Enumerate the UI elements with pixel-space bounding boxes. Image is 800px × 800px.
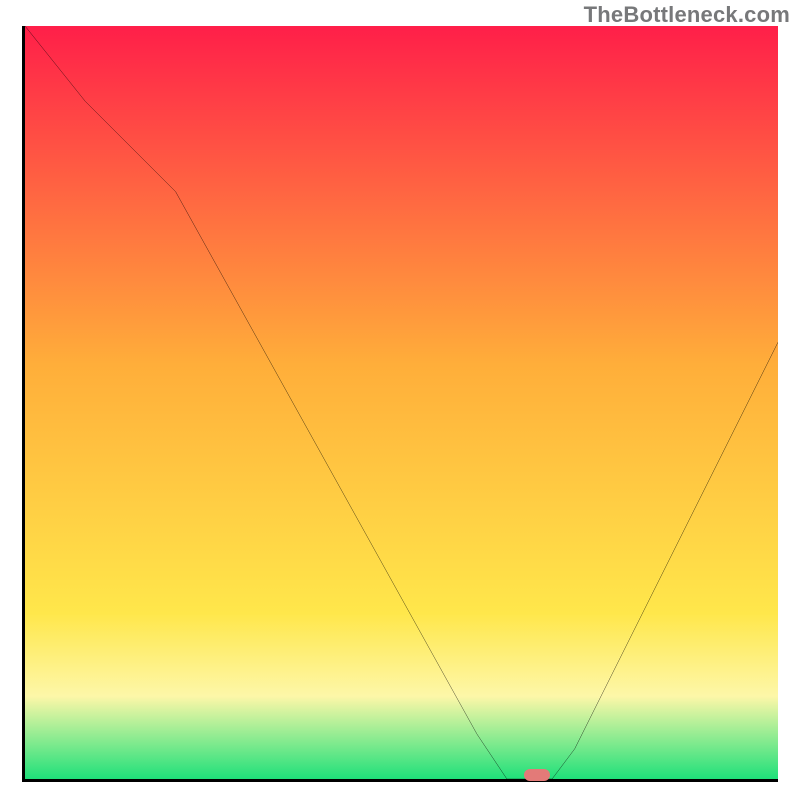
chart-container: TheBottleneck.com (0, 0, 800, 800)
optimal-point-marker (524, 769, 550, 781)
plot-svg (25, 26, 778, 779)
gradient-background (25, 26, 778, 779)
watermark-text: TheBottleneck.com (584, 2, 790, 28)
